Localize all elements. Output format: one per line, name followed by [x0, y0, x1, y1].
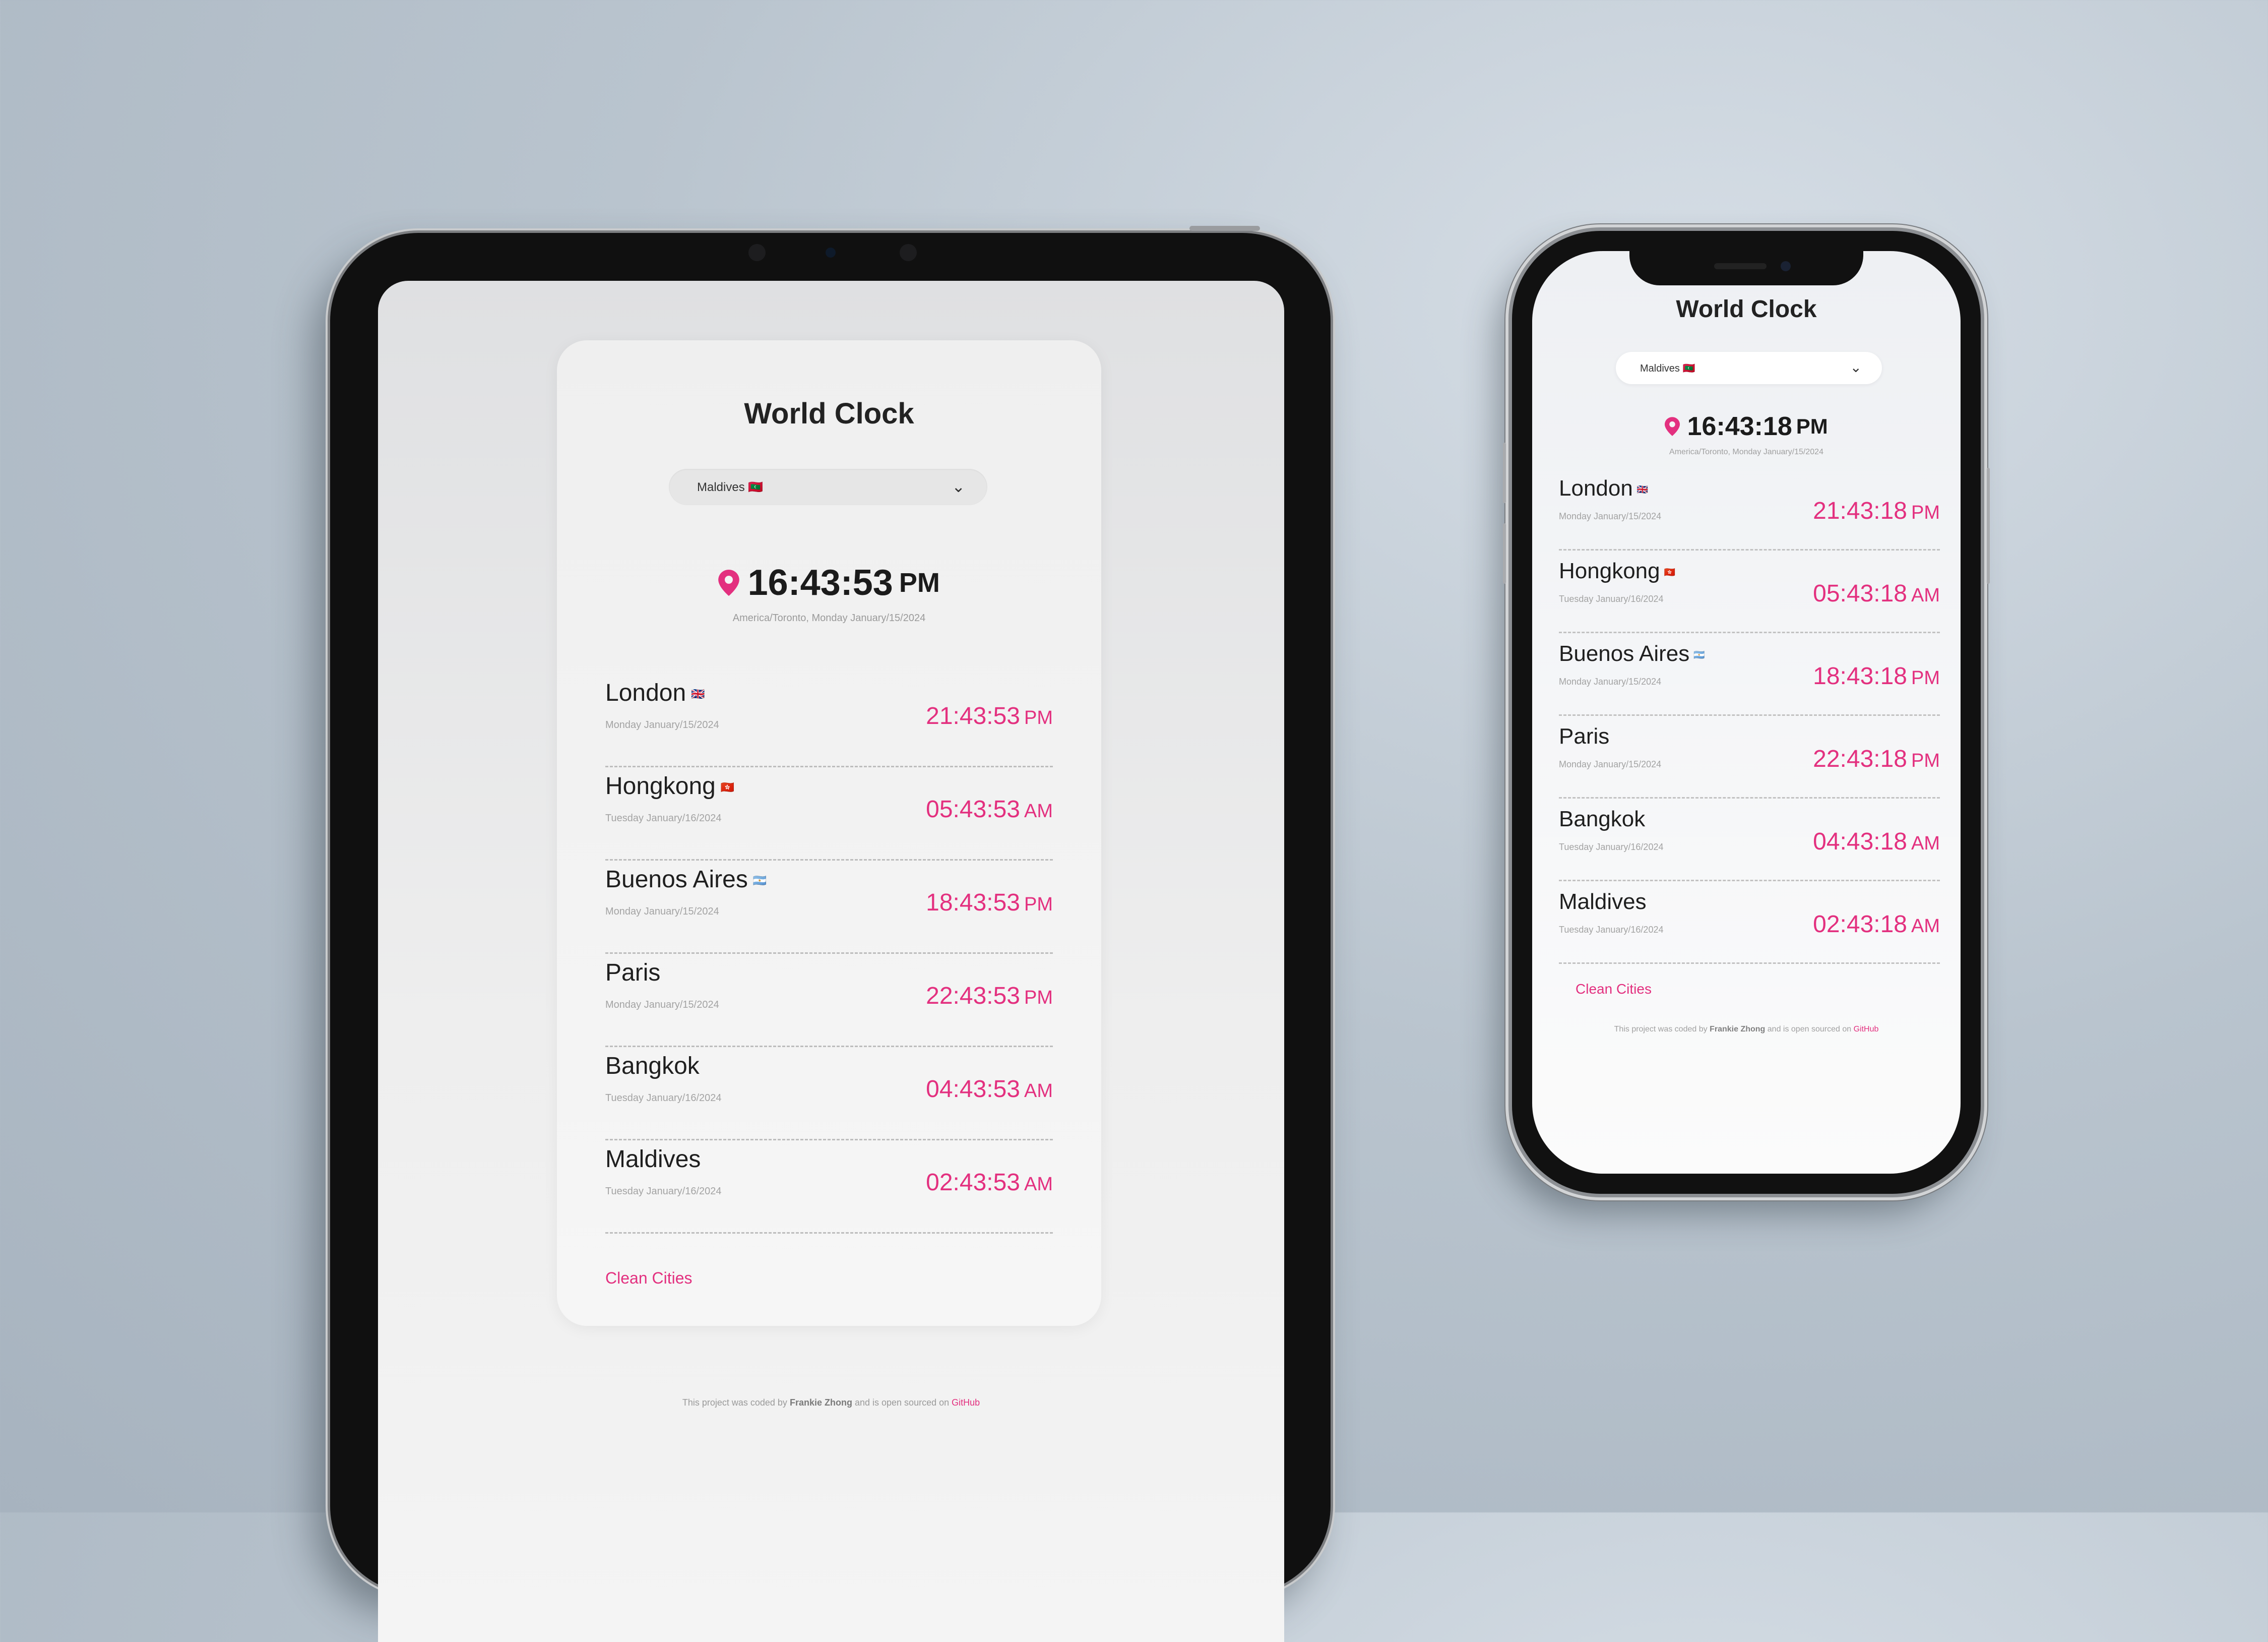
city-time: 18:43:53 PM: [926, 889, 1053, 916]
city-name: Buenos Aires 🇦🇷: [605, 866, 767, 893]
flag-icon: 🇭🇰: [720, 781, 735, 794]
city-time: 21:43:53 PM: [926, 703, 1053, 729]
city-select[interactable]: Maldives 🇲🇻 ⌄: [1616, 352, 1882, 384]
flag-icon: 🇬🇧: [691, 688, 705, 701]
city-name: Paris: [1559, 724, 1610, 749]
city-date: Monday January/15/2024: [605, 999, 719, 1010]
city-row-buenos-aires: Buenos Aires 🇦🇷 Monday January/15/2024 18…: [605, 861, 1053, 954]
flag-icon: 🇬🇧: [1636, 484, 1649, 495]
city-select[interactable]: Maldives 🇲🇻 ⌄: [669, 469, 987, 505]
footer: This project was coded by Frankie Zhong …: [1614, 1025, 1879, 1033]
phone-side-button: [1987, 468, 1990, 584]
page-title: World Clock: [744, 397, 914, 430]
city-time: 18:43:18 PM: [1813, 663, 1940, 690]
flag-icon: 🇦🇷: [752, 874, 767, 887]
tablet-sensor: [748, 244, 766, 261]
city-date: Tuesday January/16/2024: [605, 813, 722, 824]
city-name: Paris: [605, 959, 661, 986]
city-time: 22:43:18 PM: [1813, 746, 1940, 772]
flag-icon: 🇦🇷: [1693, 649, 1705, 660]
city-name: London 🇬🇧: [605, 680, 705, 706]
city-name: London 🇬🇧: [1559, 476, 1649, 501]
city-time: 04:43:18 AM: [1813, 828, 1940, 855]
city-row-maldives: Maldives Tuesday January/16/2024 02:43:5…: [605, 1140, 1053, 1234]
city-name: Maldives: [605, 1146, 701, 1173]
city-select-value: Maldives 🇲🇻: [1640, 363, 1695, 374]
page-title: World Clock: [1676, 296, 1817, 323]
city-time: 05:43:18 AM: [1813, 580, 1940, 607]
city-date: Tuesday January/16/2024: [605, 1186, 722, 1197]
city-row-paris: Paris Monday January/15/2024 22:43:18 PM: [1559, 716, 1940, 799]
phone-screen: World Clock Maldives 🇲🇻 ⌄ 16:43:18 PM Ame…: [1532, 251, 1961, 1174]
world-clock-card: World Clock Maldives 🇲🇻 ⌄ 16:43:53 PM Ame…: [557, 340, 1101, 1326]
city-row-london: London 🇬🇧 Monday January/15/2024 21:43:53…: [605, 674, 1053, 767]
phone-volume-button: [1503, 523, 1506, 584]
clean-cities-link[interactable]: Clean Cities: [1576, 981, 1652, 997]
city-date: Monday January/15/2024: [1559, 677, 1662, 687]
tablet-top-button: [1189, 226, 1260, 231]
front-camera-icon: [1781, 261, 1791, 271]
tablet-screen: World Clock Maldives 🇲🇻 ⌄ 16:43:53 PM Ame…: [378, 281, 1284, 1642]
city-time: 22:43:53 PM: [926, 983, 1053, 1009]
local-timezone-date: America/Toronto, Monday January/15/2024: [1669, 448, 1823, 456]
city-name: Bangkok: [1559, 807, 1646, 831]
local-time: 16:43:18 PM: [1532, 411, 1961, 442]
city-name: Bangkok: [605, 1053, 700, 1079]
author-name: Frankie Zhong: [789, 1397, 852, 1408]
city-name: Maldives: [1559, 889, 1647, 914]
chevron-down-icon: ⌄: [1850, 359, 1862, 375]
clean-cities-link[interactable]: Clean Cities: [605, 1269, 692, 1288]
city-date: Tuesday January/16/2024: [1559, 925, 1664, 935]
city-select-value: Maldives 🇲🇻: [697, 480, 764, 494]
local-timezone-date: America/Toronto, Monday January/15/2024: [732, 613, 926, 624]
city-name: Hongkong 🇭🇰: [1559, 559, 1676, 583]
location-pin-icon: [1665, 417, 1680, 436]
flag-icon: 🇭🇰: [1664, 567, 1676, 577]
local-time-value: 16:43:18: [1687, 412, 1792, 441]
city-date: Monday January/15/2024: [1559, 759, 1662, 769]
city-list: London 🇬🇧 Monday January/15/2024 21:43:53…: [605, 674, 1053, 1234]
city-row-london: London 🇬🇧 Monday January/15/2024 21:43:18…: [1559, 468, 1940, 551]
city-row-buenos-aires: Buenos Aires 🇦🇷 Monday January/15/2024 18…: [1559, 633, 1940, 716]
local-time: 16:43:53 PM: [557, 562, 1101, 603]
phone-notch: [1629, 251, 1863, 285]
city-row-paris: Paris Monday January/15/2024 22:43:53 PM: [605, 954, 1053, 1047]
city-date: Tuesday January/16/2024: [1559, 842, 1664, 852]
local-time-ampm: PM: [899, 568, 940, 598]
city-time: 02:43:18 AM: [1813, 911, 1940, 938]
city-date: Tuesday January/16/2024: [1559, 594, 1664, 604]
city-row-hongkong: Hongkong 🇭🇰 Tuesday January/16/2024 05:43…: [1559, 551, 1940, 633]
city-time: 21:43:18 PM: [1813, 498, 1940, 524]
phone-volume-button: [1503, 443, 1506, 503]
github-link[interactable]: GitHub: [1854, 1025, 1879, 1033]
city-row-maldives: Maldives Tuesday January/16/2024 02:43:1…: [1559, 881, 1940, 964]
tablet-camera-bar: [748, 244, 920, 261]
phone-device: World Clock Maldives 🇲🇻 ⌄ 16:43:18 PM Ame…: [1503, 231, 1990, 1194]
city-date: Monday January/15/2024: [1559, 511, 1662, 521]
city-date: Tuesday January/16/2024: [605, 1092, 722, 1104]
city-time: 02:43:53 AM: [926, 1169, 1053, 1196]
author-name: Frankie Zhong: [1710, 1025, 1766, 1033]
github-link[interactable]: GitHub: [952, 1397, 980, 1408]
tablet-sensor: [900, 244, 917, 261]
local-time-value: 16:43:53: [747, 563, 893, 603]
city-time: 05:43:53 AM: [926, 796, 1053, 823]
city-list: London 🇬🇧 Monday January/15/2024 21:43:18…: [1559, 468, 1940, 964]
city-row-bangkok: Bangkok Tuesday January/16/2024 04:43:18…: [1559, 799, 1940, 881]
city-date: Monday January/15/2024: [605, 906, 719, 917]
local-time-ampm: PM: [1796, 414, 1828, 438]
city-name: Hongkong 🇭🇰: [605, 773, 735, 800]
chevron-down-icon: ⌄: [952, 477, 965, 496]
footer: This project was coded by Frankie Zhong …: [682, 1397, 980, 1408]
city-name: Buenos Aires 🇦🇷: [1559, 641, 1705, 666]
city-date: Monday January/15/2024: [605, 719, 719, 731]
tablet-device: World Clock Maldives 🇲🇻 ⌄ 16:43:53 PM Ame…: [330, 226, 1331, 1642]
tablet-camera-icon: [826, 248, 836, 258]
city-row-bangkok: Bangkok Tuesday January/16/2024 04:43:53…: [605, 1047, 1053, 1140]
city-time: 04:43:53 AM: [926, 1076, 1053, 1103]
location-pin-icon: [718, 570, 739, 596]
speaker-grille: [1714, 263, 1767, 269]
city-row-hongkong: Hongkong 🇭🇰 Tuesday January/16/2024 05:43…: [605, 767, 1053, 861]
